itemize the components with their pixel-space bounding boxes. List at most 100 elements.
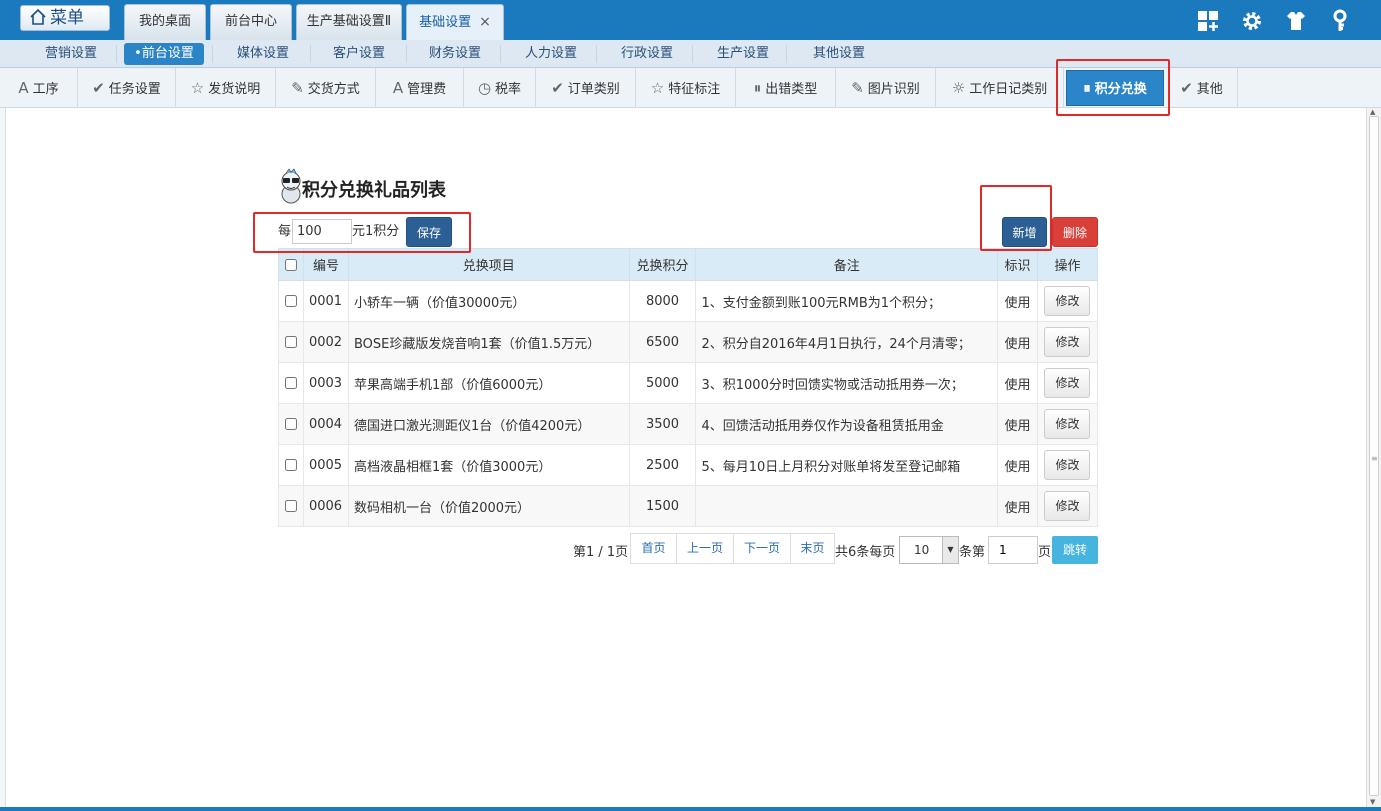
next-page-button[interactable]: 下一页 (733, 533, 791, 564)
prev-page-button[interactable]: 上一页 (676, 533, 734, 564)
row-id: 0001 (302, 280, 349, 322)
row-checkbox[interactable] (284, 418, 297, 430)
key-icon[interactable] (1328, 9, 1352, 33)
delete-button[interactable]: 删除 (1052, 217, 1098, 247)
row-checkbox[interactable] (284, 500, 297, 512)
close-icon[interactable]: × (479, 14, 491, 30)
tab-production-settings-2[interactable]: 生产基础设置Ⅱ (296, 4, 402, 40)
subnav-admin[interactable]: 行政设置 (604, 43, 690, 65)
row-checkbox[interactable] (284, 295, 297, 307)
toolbar-label: 特征标注 (668, 82, 721, 97)
subnav-customer[interactable]: 客户设置 (316, 43, 402, 65)
toolbar-label: 工作日记类别 (969, 82, 1048, 97)
edit-button[interactable]: 修改 (1044, 327, 1091, 357)
row-flag: 使用 (996, 444, 1038, 486)
toolbar-task-settings[interactable]: ✔ 任务设置 (78, 68, 176, 108)
vertical-scrollbar[interactable]: ▲ ≡ ▼ (1366, 108, 1381, 808)
row-id: 0005 (302, 444, 349, 486)
shirt-icon[interactable] (1284, 9, 1308, 33)
toolbar-delivery-method[interactable]: ✎ 交货方式 (276, 68, 376, 108)
table-row: 0003 苹果高端手机1部（价值6000元） 5000 3、积1000分时回馈实… (278, 362, 1099, 404)
page-size-select[interactable]: 10 ▼ (899, 536, 959, 564)
toolbar-error-type[interactable]: ⏸ 出错类型 (736, 68, 836, 108)
row-item: BOSE珍藏版发烧音响1套（价值1.5万元） (347, 321, 630, 363)
toolbar-label: 发货说明 (208, 82, 261, 97)
row-id: 0002 (302, 321, 349, 363)
column-header[interactable]: 兑换积分 (628, 248, 697, 281)
toolbar-process[interactable]: A 工序 (0, 68, 78, 108)
first-page-button[interactable]: 首页 (630, 533, 677, 564)
row-action-cell: 修改 (1036, 362, 1099, 404)
divider (500, 45, 501, 63)
toolbar-management-fee[interactable]: A 管理费 (376, 68, 464, 108)
column-header[interactable]: 操作 (1036, 248, 1099, 281)
edit-button[interactable]: 修改 (1044, 491, 1091, 521)
row-note: 4、回馈活动抵用券仅作为设备租赁抵用金 (695, 403, 998, 445)
subnav-production[interactable]: 生产设置 (700, 43, 786, 65)
toolbar-label: 其他 (1196, 82, 1223, 97)
rate-input[interactable] (292, 219, 352, 244)
subnav-other[interactable]: 其他设置 (796, 43, 882, 65)
row-points: 8000 (628, 280, 697, 322)
column-header[interactable]: 标识 (996, 248, 1038, 281)
pause-icon: ⏸ (753, 79, 762, 97)
row-checkbox[interactable] (284, 377, 297, 389)
chevron-down-icon[interactable]: ▼ (942, 537, 958, 563)
column-header[interactable]: 兑换项目 (347, 248, 630, 281)
column-header[interactable]: 编号 (302, 248, 349, 281)
toolbar-label: 订单类别 (567, 82, 620, 97)
toolbar-order-category[interactable]: ✔ 订单类别 (536, 68, 636, 108)
row-action-cell: 修改 (1036, 403, 1099, 445)
toolbar-other[interactable]: ✔ 其他 (1166, 68, 1238, 108)
row-select-cell (278, 280, 304, 322)
save-button[interactable]: 保存 (406, 217, 452, 247)
toolbar-image-recognition[interactable]: ✎ 图片识别 (836, 68, 936, 108)
edit-button[interactable]: 修改 (1044, 286, 1091, 316)
row-flag: 使用 (996, 362, 1038, 404)
tab-basic-settings[interactable]: 基础设置 × (406, 4, 504, 40)
row-points: 1500 (628, 485, 697, 527)
edit-button[interactable]: 修改 (1044, 450, 1091, 480)
last-page-button[interactable]: 末页 (790, 533, 835, 564)
toolbar-work-diary-category[interactable]: ☼ 工作日记类别 (936, 68, 1064, 108)
page-title: 积分兑换礼品列表 (302, 180, 446, 201)
scroll-down-arrow-icon[interactable]: ▼ (1370, 798, 1375, 806)
gear-icon[interactable] (1240, 9, 1264, 33)
column-header[interactable]: 备注 (695, 248, 998, 281)
edit-button[interactable]: 修改 (1044, 409, 1091, 439)
table-row: 0001 小轿车一辆（价值30000元） 8000 1、支付金额到账100元RM… (278, 280, 1099, 322)
jump-button[interactable]: 跳转 (1052, 536, 1098, 564)
left-edge (0, 108, 6, 811)
row-checkbox[interactable] (284, 459, 297, 471)
subnav-hr[interactable]: 人力设置 (508, 43, 594, 65)
edit-button[interactable]: 修改 (1044, 368, 1091, 398)
subnav-media[interactable]: 媒体设置 (220, 43, 306, 65)
toolbar-feature-label[interactable]: ☆ 特征标注 (636, 68, 736, 108)
page-number-input[interactable] (988, 536, 1038, 564)
scroll-up-arrow-icon[interactable]: ▲ (1370, 108, 1375, 116)
subnav-marketing[interactable]: 营销设置 (30, 43, 112, 65)
toolbar-delivery-notes[interactable]: ☆ 发货说明 (176, 68, 276, 108)
pencil-icon: ✎ (291, 79, 304, 97)
row-points: 6500 (628, 321, 697, 363)
check-icon: ✔ (551, 79, 564, 97)
subnav-front-settings[interactable]: •前台设置 (124, 43, 204, 65)
select-all-checkbox[interactable] (284, 258, 297, 271)
grid-icon[interactable] (1196, 9, 1220, 33)
divider (406, 45, 407, 63)
add-button[interactable]: 新增 (1002, 217, 1047, 247)
table-header-row: 编号 兑换项目 兑换积分 备注 标识 操作 (278, 248, 1099, 281)
table-row: 0004 德国进口激光测距仪1台（价值4200元） 3500 4、回馈活动抵用券… (278, 403, 1099, 445)
unit-label: 条第 (959, 545, 986, 560)
toolbar-points-exchange[interactable]: ⏸ 积分兑换 (1066, 70, 1164, 106)
row-select-cell (278, 403, 304, 445)
tab-my-desktop[interactable]: 我的桌面 (124, 4, 206, 40)
row-select-cell (278, 362, 304, 404)
tab-front-center[interactable]: 前台中心 (210, 4, 292, 40)
menu-button[interactable]: 菜单 (20, 5, 110, 31)
home-icon (30, 8, 46, 25)
subnav-finance[interactable]: 财务设置 (412, 43, 498, 65)
toolbar-tax-rate[interactable]: ◷ 税率 (464, 68, 536, 108)
row-checkbox[interactable] (284, 336, 297, 348)
check-icon: ✔ (1180, 79, 1193, 97)
